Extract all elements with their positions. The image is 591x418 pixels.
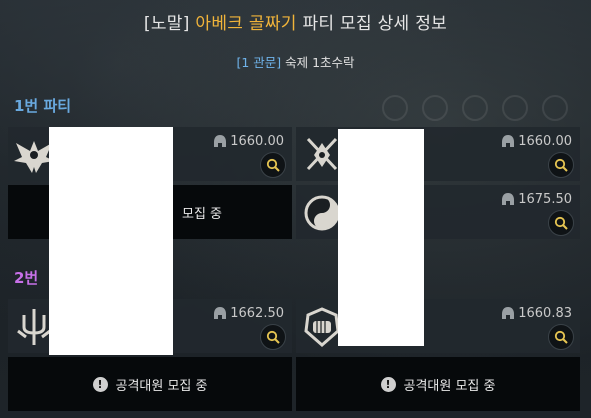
inspect-button[interactable] <box>548 324 574 350</box>
recruiting-slot[interactable]: ! 공격대원 모집 중 <box>296 357 580 411</box>
title-suffix: 파티 모집 상세 정보 <box>302 14 448 34</box>
faded-toolbar-icon <box>502 95 528 121</box>
redaction-box <box>338 129 424 346</box>
inspect-button[interactable] <box>260 152 286 178</box>
party-description: 숙제 1초수락 <box>285 55 355 70</box>
faded-toolbar-icon <box>462 95 488 121</box>
recruiting-slot[interactable]: ! 공격대원 모집 중 <box>8 357 292 411</box>
magnifier-icon <box>266 330 280 344</box>
recruiting-text: 모집 중 <box>181 206 222 222</box>
party-1-label: 1번 파티 <box>14 97 72 115</box>
helmet-icon <box>502 307 515 319</box>
magnifier-icon <box>266 158 280 172</box>
party-2-label: 2번 <box>14 269 39 287</box>
item-level: 1660.00 <box>502 134 572 149</box>
item-level: 1660.00 <box>214 134 284 149</box>
faded-toolbar-icon <box>542 95 568 121</box>
faded-toolbar-icon <box>422 95 448 121</box>
item-level: 1662.50 <box>214 306 284 321</box>
item-level-value: 1662.50 <box>230 306 284 321</box>
faded-toolbar-icon <box>382 95 408 121</box>
helmet-icon <box>214 135 227 147</box>
raid-name: 아베크 골짜기 <box>195 14 297 34</box>
helmet-icon <box>214 307 227 319</box>
gate-tag: [1 관문] <box>236 55 282 70</box>
recruiting-text: 공격대원 모집 중 <box>403 378 496 394</box>
item-level-value: 1660.00 <box>518 134 572 149</box>
title-prefix: [노말] <box>143 14 190 34</box>
item-level-value: 1660.83 <box>518 306 572 321</box>
exclamation-icon: ! <box>92 376 108 392</box>
item-level: 1675.50 <box>502 192 572 207</box>
item-level: 1660.83 <box>502 306 572 321</box>
subtitle: [1 관문] 숙제 1초수락 <box>0 52 591 71</box>
item-level-value: 1660.00 <box>230 134 284 149</box>
page-title: [노말] 아베크 골짜기 파티 모집 상세 정보 <box>0 9 591 34</box>
item-level-value: 1675.50 <box>518 192 572 207</box>
inspect-button[interactable] <box>260 324 286 350</box>
exclamation-icon: ! <box>380 376 396 392</box>
magnifier-icon <box>554 216 568 230</box>
redaction-box <box>49 127 173 355</box>
helmet-icon <box>502 193 515 205</box>
inspect-button[interactable] <box>548 152 574 178</box>
magnifier-icon <box>554 158 568 172</box>
inspect-button[interactable] <box>548 210 574 236</box>
helmet-icon <box>502 135 515 147</box>
recruiting-text: 공격대원 모집 중 <box>115 378 208 394</box>
magnifier-icon <box>554 330 568 344</box>
